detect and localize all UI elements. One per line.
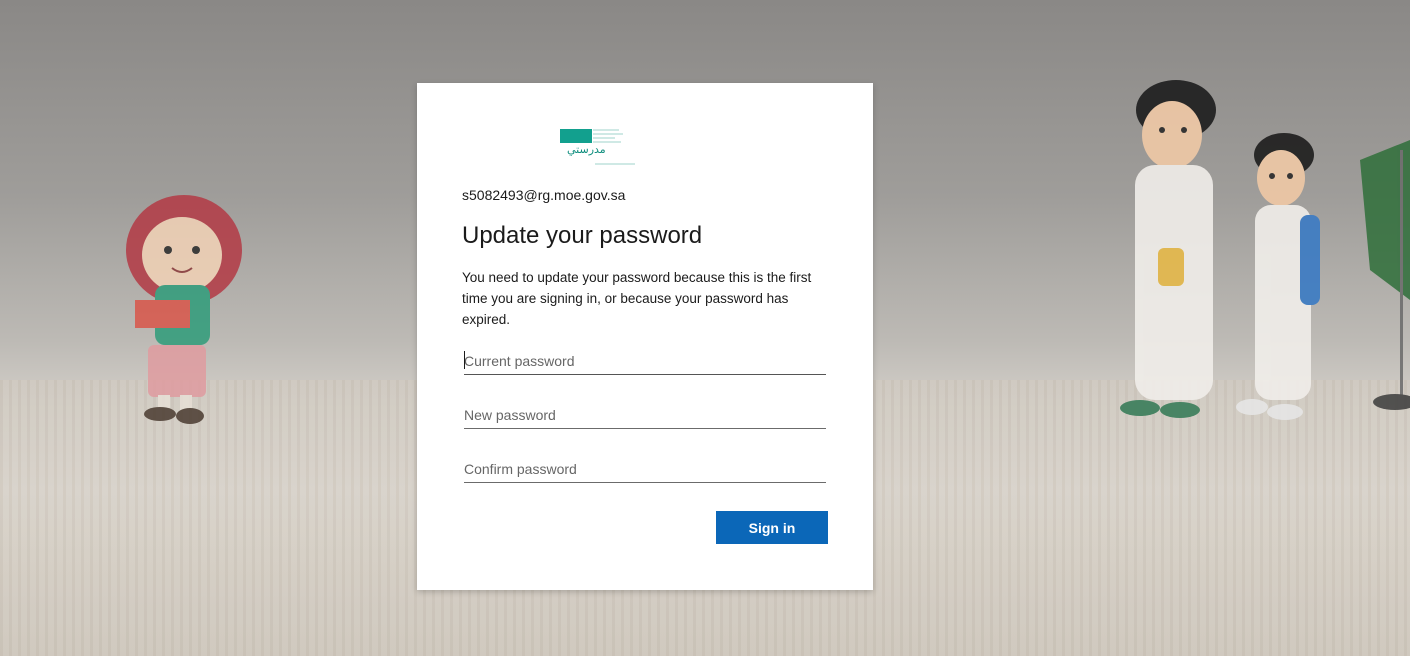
flag-illustration	[1360, 140, 1410, 410]
page-title: Update your password	[462, 222, 703, 249]
password-update-description: You need to update your password because…	[462, 270, 812, 327]
girl-character-illustration	[126, 195, 242, 424]
text-cursor	[464, 351, 465, 369]
sign-in-button[interactable]: Sign in	[716, 511, 828, 544]
confirm-password-input[interactable]	[464, 455, 826, 483]
boy-character-illustration	[1120, 80, 1216, 418]
small-boy-character-illustration	[1236, 133, 1320, 420]
password-update-dialog: مدرستي s5082493@rg.moe.gov.sa Update you…	[417, 83, 873, 590]
school-logo-text: مدرستي	[567, 143, 606, 156]
current-password-input[interactable]	[464, 347, 826, 375]
new-password-input[interactable]	[464, 401, 826, 429]
account-email: s5082493@rg.moe.gov.sa	[462, 187, 626, 203]
